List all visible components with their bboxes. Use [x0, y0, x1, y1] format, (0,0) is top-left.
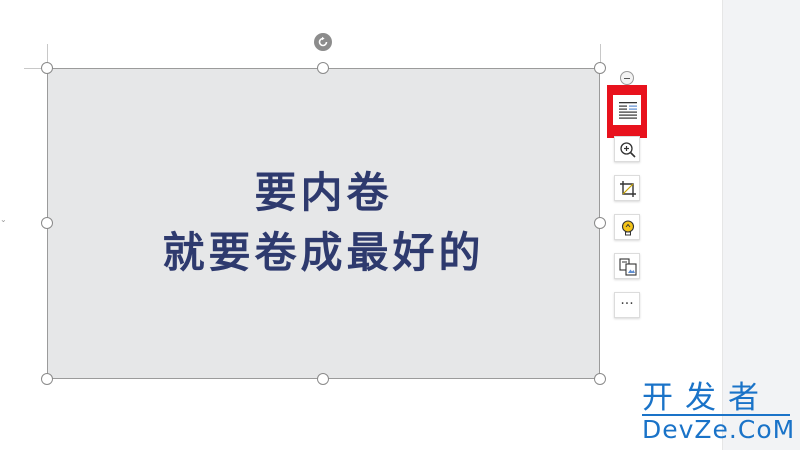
- resize-handle-right[interactable]: [594, 217, 606, 229]
- resize-handle-left[interactable]: [41, 217, 53, 229]
- resize-handle-bottom-left[interactable]: [41, 373, 53, 385]
- smart-idea-button[interactable]: [614, 214, 640, 240]
- more-options-button[interactable]: ···: [614, 292, 640, 318]
- zoom-in-button[interactable]: [614, 136, 640, 162]
- selected-image[interactable]: 要内卷 就要卷成最好的: [47, 68, 600, 379]
- rotate-handle-icon[interactable]: [314, 33, 332, 51]
- collapse-toolbar-button[interactable]: [620, 71, 634, 85]
- convert-image-button[interactable]: [614, 253, 640, 279]
- resize-handle-top[interactable]: [317, 62, 329, 74]
- resize-handle-bottom[interactable]: [317, 373, 329, 385]
- crop-button[interactable]: [614, 175, 640, 201]
- more-icon: ···: [620, 296, 634, 312]
- watermark-chinese-text: 开发者: [642, 380, 771, 416]
- resize-handle-top-right[interactable]: [594, 62, 606, 74]
- document-canvas[interactable]: ⌄ 要内卷 就要卷成最好的 ···: [0, 0, 722, 450]
- margin-marker-icon: ⌄: [0, 215, 7, 224]
- resize-handle-top-left[interactable]: [41, 62, 53, 74]
- layout-options-button[interactable]: [613, 95, 641, 125]
- resize-handle-bottom-right[interactable]: [594, 373, 606, 385]
- image-text-line2: 就要卷成最好的: [162, 228, 485, 277]
- image-text-line1: 要内卷: [254, 168, 393, 217]
- watermark-english-text: DevZe.CoM: [642, 415, 796, 444]
